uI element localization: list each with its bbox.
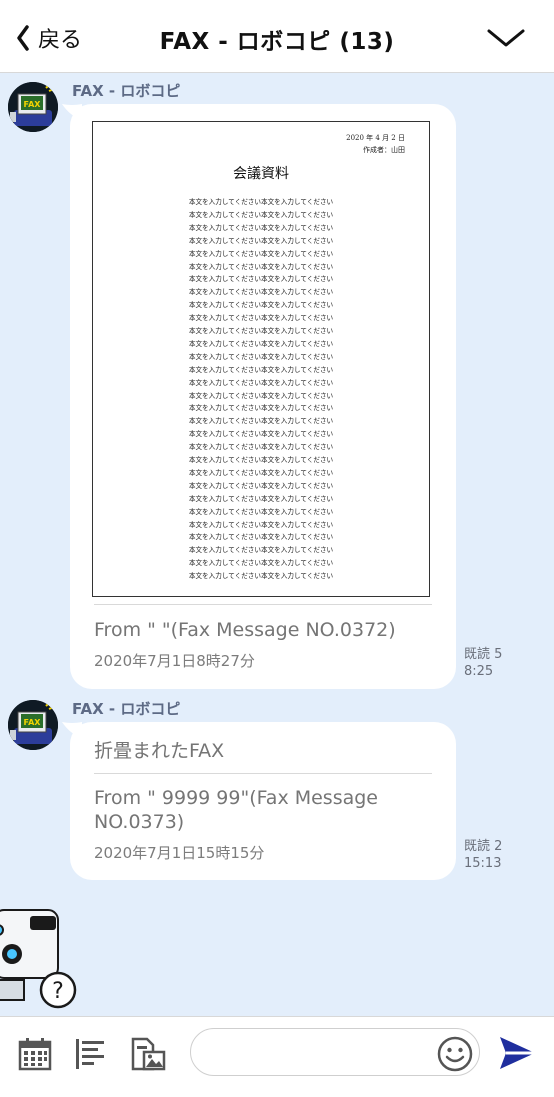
read-count: 既読 2 <box>464 839 503 854</box>
document-date: 2020 年 4 月 2 日 <box>346 134 405 142</box>
document-body-line: 本文を入力してください本文を入力してください <box>188 339 334 348</box>
document-body-line: 本文を入力してください本文を入力してください <box>188 546 334 555</box>
fax-from: From " "(Fax Message NO.0372) <box>94 619 396 641</box>
divider <box>94 773 432 774</box>
document-body-line: 本文を入力してください本文を入力してください <box>188 262 334 271</box>
document-body-line: 本文を入力してください本文を入力してください <box>188 378 334 387</box>
fax-received-date: 2020年7月1日8時27分 <box>94 652 255 670</box>
document-body-line: 本文を入力してください本文を入力してください <box>188 223 334 232</box>
document-body-line: 本文を入力してください本文を入力してください <box>188 404 334 413</box>
robot-fax-avatar-icon: FAX <box>8 82 58 132</box>
document-body-line: 本文を入力してください本文を入力してください <box>188 494 334 503</box>
document-body-line: 本文を入力してください本文を入力してください <box>188 275 334 284</box>
divider <box>94 604 432 605</box>
avatar-label: FAX <box>24 718 42 727</box>
input-toolbar <box>0 1016 554 1097</box>
document-body-line: 本文を入力してください本文を入力してください <box>188 365 334 374</box>
document-body-line: 本文を入力してください本文を入力してください <box>188 430 334 439</box>
image-document-icon[interactable] <box>130 1037 166 1071</box>
avatar-label: FAX <box>24 100 42 109</box>
document-body-line: 本文を入力してください本文を入力してください <box>188 327 334 335</box>
fax-from-line1: From " 9999 99"(Fax Message <box>94 787 378 809</box>
document-title: 会議資料 <box>233 166 289 182</box>
bubble-tail <box>62 722 82 738</box>
message-meta: 既読 5 8:25 <box>464 646 502 680</box>
bubble-tail <box>62 104 82 120</box>
page-title: FAX - ロボコピ (13) <box>159 29 395 55</box>
sender-avatar[interactable]: FAX <box>8 700 58 750</box>
document-body-line: 本文を入力してください本文を入力してください <box>188 352 334 361</box>
document-body-line: 本文を入力してください本文を入力してください <box>188 301 334 310</box>
message-time: 15:13 <box>464 856 502 871</box>
calendar-icon[interactable] <box>18 1037 52 1071</box>
help-symbol: ? <box>52 979 64 1004</box>
list-icon[interactable] <box>74 1037 108 1071</box>
document-body-line: 本文を入力してください本文を入力してください <box>188 507 334 516</box>
document-body-line: 本文を入力してください本文を入力してください <box>188 520 334 529</box>
document-body-line: 本文を入力してください本文を入力してください <box>188 481 334 490</box>
sender-name: FAX - ロボコピ <box>72 700 181 718</box>
fax-document-preview[interactable]: 2020 年 4 月 2 日 作成者：山田 会議資料 本文を入力してください本文… <box>92 121 430 597</box>
robot-mascot-help-icon[interactable]: ? <box>0 900 80 1012</box>
document-body-line: 本文を入力してください本文を入力してください <box>188 443 334 452</box>
document-body-line: 本文を入力してください本文を入力してください <box>188 391 334 400</box>
document-body-line: 本文を入力してください本文を入力してください <box>188 314 334 323</box>
message-bubble[interactable]: 折畳まれたFAX From " 9999 99"(Fax Message NO.… <box>62 722 456 880</box>
sender-name: FAX - ロボコピ <box>72 82 181 100</box>
expand-menu-button[interactable] <box>486 26 526 54</box>
document-body-line: 本文を入力してください本文を入力してください <box>188 198 334 206</box>
chevron-down-icon <box>487 29 525 47</box>
emoji-icon[interactable] <box>437 1036 473 1072</box>
document-body-line: 本文を入力してください本文を入力してください <box>188 468 334 477</box>
document-body-line: 本文を入力してください本文を入力してください <box>188 533 334 542</box>
message-meta: 既読 2 15:13 <box>464 838 502 872</box>
message-bubble: 2020 年 4 月 2 日 作成者：山田 会議資料 本文を入力してください本文… <box>62 104 456 689</box>
read-count: 既読 5 <box>464 647 503 662</box>
document-body-line: 本文を入力してください本文を入力してください <box>188 288 334 297</box>
fax-from-line2: NO.0373) <box>94 811 185 833</box>
document-body-line: 本文を入力してください本文を入力してください <box>188 210 334 219</box>
robot-fax-avatar-icon: FAX <box>8 700 58 750</box>
document-body-line: 本文を入力してください本文を入力してください <box>188 456 334 464</box>
document-body-line: 本文を入力してください本文を入力してください <box>188 559 334 568</box>
folded-fax-label: 折畳まれたFAX <box>94 740 225 762</box>
send-icon[interactable] <box>496 1034 538 1072</box>
document-body-line: 本文を入力してください本文を入力してください <box>188 417 334 426</box>
sender-avatar[interactable]: FAX <box>8 82 58 132</box>
document-body-line: 本文を入力してください本文を入力してください <box>188 249 334 258</box>
fax-received-date: 2020年7月1日15時15分 <box>94 844 265 862</box>
document-body-line: 本文を入力してください本文を入力してください <box>188 236 334 245</box>
message-time: 8:25 <box>464 664 494 679</box>
header-bar: 戻る FAX - ロボコピ (13) <box>0 0 554 73</box>
document-body-line: 本文を入力してください本文を入力してください <box>188 572 334 581</box>
document-author: 作成者：山田 <box>363 146 405 154</box>
